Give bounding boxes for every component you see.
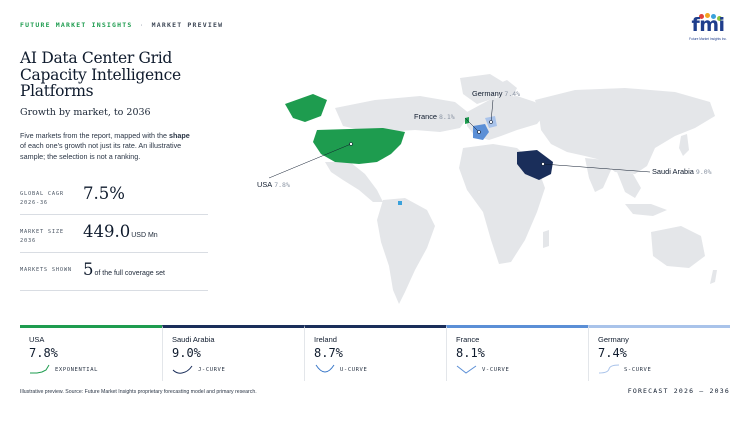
stat-value: 449.0USD Mn: [83, 222, 158, 241]
marker-guiana: [398, 201, 402, 205]
land-mexico: [325, 162, 383, 202]
exponential-curve-icon: [30, 364, 50, 374]
map-label-name: USA: [257, 180, 273, 189]
card-market-name: Germany: [598, 335, 629, 344]
land-madagascar: [543, 230, 549, 248]
world-map: [268, 74, 717, 304]
description-before: Five markets from the report, mapped wit…: [20, 131, 170, 140]
forecast-range: FORECAST 2026 — 2036: [627, 387, 730, 395]
land-south-america: [377, 198, 435, 304]
stat-row-cagr: GLOBAL CAGR 2026-36 7.5%: [20, 177, 208, 215]
land-new-zealand: [710, 270, 717, 284]
map-label-name: France: [414, 112, 438, 121]
land-indonesia: [625, 204, 667, 216]
map-label-rate: 9.0%: [695, 168, 712, 176]
stat-label: MARKETS SHOWN: [20, 267, 72, 273]
stat-label: GLOBAL CAGR 2026-36: [20, 191, 64, 206]
v-curve-icon: [456, 365, 477, 374]
eyebrow: FUTURE MARKET INSIGHTS · MARKET PREVIEW: [20, 21, 223, 29]
pin-saudi: [541, 162, 545, 166]
brand-name: FUTURE MARKET INSIGHTS: [20, 21, 133, 29]
description: Five markets from the report, mapped wit…: [20, 131, 190, 162]
logo-subtext: Future Market Insights Inc.: [689, 37, 727, 41]
j-curve-icon: [172, 365, 193, 374]
logo-wordmark: fmi: [691, 14, 725, 36]
map-label-germany: Germany 7.4%: [472, 89, 520, 98]
market-cards: USA 7.8% EXPONENTIAL Saudi Arabia 9.0% J…: [20, 325, 730, 381]
card-cagr: 7.8%: [29, 346, 58, 360]
map-label-rate: 7.8%: [274, 181, 290, 189]
eyebrow-separator: ·: [139, 21, 145, 29]
card-market-name: France: [456, 335, 480, 344]
card-curve-type: S-CURVE: [624, 367, 652, 373]
card-market-name: USA: [29, 335, 45, 344]
page-title: AI Data Center Grid Capacity Intelligenc…: [20, 49, 181, 100]
stat-number: 7.5%: [83, 184, 125, 203]
stat-number: 5: [83, 260, 94, 279]
stat-label: MARKET SIZE 2036: [20, 229, 64, 244]
map-label-name: Saudi Arabia: [652, 167, 694, 176]
land-se-asia: [617, 172, 641, 198]
card-market-name: Saudi Arabia: [172, 335, 215, 344]
page-subtitle: Growth by market, to 2036: [20, 107, 151, 118]
pin-france: [477, 130, 481, 134]
land-australia: [651, 226, 705, 268]
stat-unit: of the full coverage set: [94, 270, 165, 277]
pin-usa: [349, 142, 353, 146]
map-label-usa: USA 7.8%: [257, 180, 290, 189]
country-usa: [313, 128, 405, 164]
card-curve-type: U-CURVE: [340, 367, 368, 373]
pin-germany: [489, 120, 493, 124]
stat-unit: USD Mn: [131, 232, 158, 239]
stat-row-markets-shown: MARKETS SHOWN 5of the full coverage set: [20, 253, 208, 291]
stat-number: 449.0: [83, 222, 131, 241]
market-card-saudi-arabia: Saudi Arabia 9.0% J-CURVE: [162, 325, 304, 381]
u-curve-icon: [315, 364, 335, 373]
eyebrow-kind: MARKET PREVIEW: [151, 21, 224, 29]
map-label-rate: 7.4%: [504, 90, 521, 98]
fmi-logo: fmi Future Market Insights Inc.: [686, 13, 730, 44]
map-label-rate: 8.1%: [439, 113, 455, 121]
card-cagr: 9.0%: [172, 346, 201, 360]
country-ireland: [465, 117, 469, 124]
description-after: of each one's growth not just its rate. …: [20, 141, 182, 161]
market-card-france: France 8.1% V-CURVE: [446, 325, 588, 381]
land-asia: [535, 88, 715, 174]
card-curve-type: J-CURVE: [198, 367, 226, 373]
description-bold: shape: [169, 131, 190, 140]
map-label-france: France 8.1%: [414, 112, 455, 121]
card-curve-type: V-CURVE: [482, 367, 510, 373]
market-card-usa: USA 7.8% EXPONENTIAL: [20, 325, 162, 381]
card-market-name: Ireland: [314, 335, 337, 344]
map-label-saudi-arabia: Saudi Arabia 9.0%: [652, 167, 712, 176]
s-curve-icon: [598, 364, 620, 374]
stat-row-market-size: MARKET SIZE 2036 449.0USD Mn: [20, 215, 208, 253]
stat-value: 7.5%: [83, 184, 125, 203]
land-japan: [679, 134, 689, 156]
source-note: Illustrative preview. Source: Future Mar…: [20, 389, 257, 395]
country-alaska: [285, 94, 327, 122]
map-label-name: Germany: [472, 89, 503, 98]
stats-panel: GLOBAL CAGR 2026-36 7.5% MARKET SIZE 203…: [20, 177, 208, 291]
card-cagr: 8.1%: [456, 346, 485, 360]
card-cagr: 8.7%: [314, 346, 343, 360]
stat-value: 5of the full coverage set: [83, 260, 165, 279]
card-curve-type: EXPONENTIAL: [55, 367, 99, 373]
market-card-ireland: Ireland 8.7% U-CURVE: [304, 325, 446, 381]
market-card-germany: Germany 7.4% S-CURVE: [588, 325, 730, 381]
card-cagr: 7.4%: [598, 346, 627, 360]
